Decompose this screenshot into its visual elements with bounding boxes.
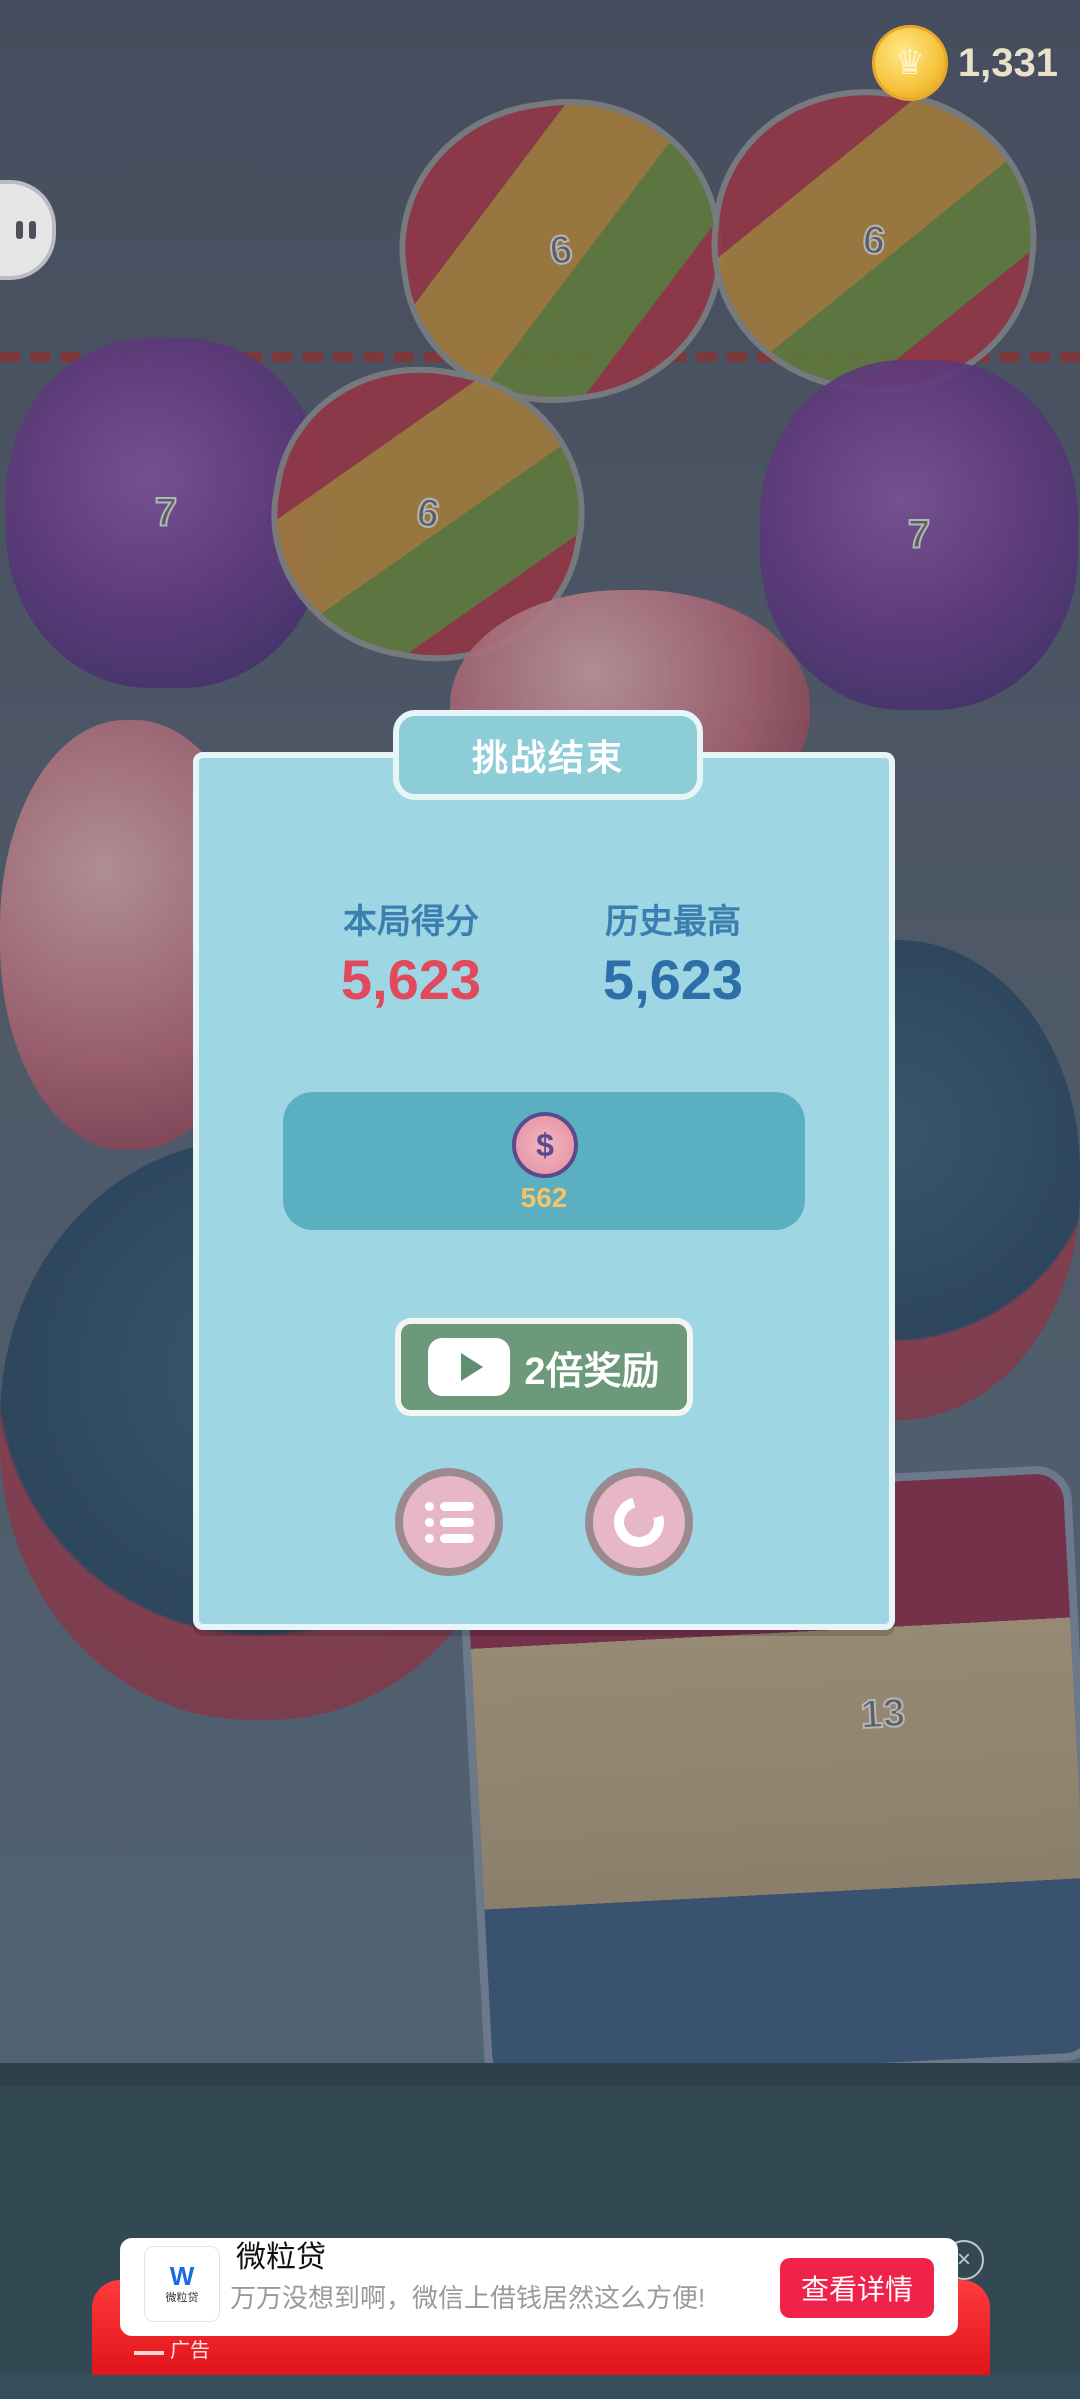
- close-icon[interactable]: ×: [944, 2240, 984, 2280]
- current-score-value: 5,623: [340, 948, 482, 1011]
- best-score-label: 历史最高: [605, 903, 741, 941]
- current-score-label: 本局得分: [343, 903, 479, 941]
- reward-amount: 562: [520, 1182, 568, 1213]
- ad-mark-icon: [134, 2343, 164, 2355]
- best-score-block: 历史最高 5,623: [543, 894, 803, 1012]
- best-score-value: 5,623: [602, 948, 744, 1011]
- replay-button[interactable]: [585, 1468, 693, 1576]
- ad-card[interactable]: W 微粒贷 微粒贷 万万没想到啊，微信上借钱居然这么方便! 查看详情: [120, 2238, 958, 2336]
- current-score-block: 本局得分 5,623: [281, 894, 541, 1012]
- ad-tag: 广告: [134, 2334, 210, 2363]
- ad-logo-name: 微粒贷: [165, 2292, 199, 2304]
- reward-box: $ 562: [283, 1092, 805, 1230]
- game-over-dialog: 挑战结束 本局得分 5,623 历史最高 5,623 $ 562 2倍奖励: [193, 710, 895, 1630]
- ad-logo-letter: W: [169, 2261, 195, 2291]
- coin-counter: ♛ 1,331: [871, 25, 1058, 101]
- pause-icon: [16, 221, 36, 239]
- crown-coin-icon: ♛: [871, 25, 948, 101]
- dialog-title: 挑战结束: [393, 710, 703, 800]
- list-icon: [424, 1501, 474, 1543]
- ad-description: 万万没想到啊，微信上借钱居然这么方便!: [230, 2283, 706, 2313]
- coin-amount: 1,331: [957, 40, 1058, 85]
- ad-cta-button[interactable]: 查看详情: [780, 2258, 934, 2318]
- ad-title: 微粒贷: [236, 2241, 326, 2274]
- double-reward-button[interactable]: 2倍奖励: [395, 1318, 693, 1416]
- ad-brand-logo: W 微粒贷: [144, 2246, 220, 2322]
- leaderboard-button[interactable]: [395, 1468, 503, 1576]
- double-reward-label: 2倍奖励: [524, 1350, 660, 1393]
- play-video-icon: [428, 1338, 511, 1396]
- dollar-coin-icon: $: [512, 1112, 578, 1178]
- replay-icon: [604, 1487, 674, 1557]
- ad-tag-label: 广告: [170, 2340, 210, 2362]
